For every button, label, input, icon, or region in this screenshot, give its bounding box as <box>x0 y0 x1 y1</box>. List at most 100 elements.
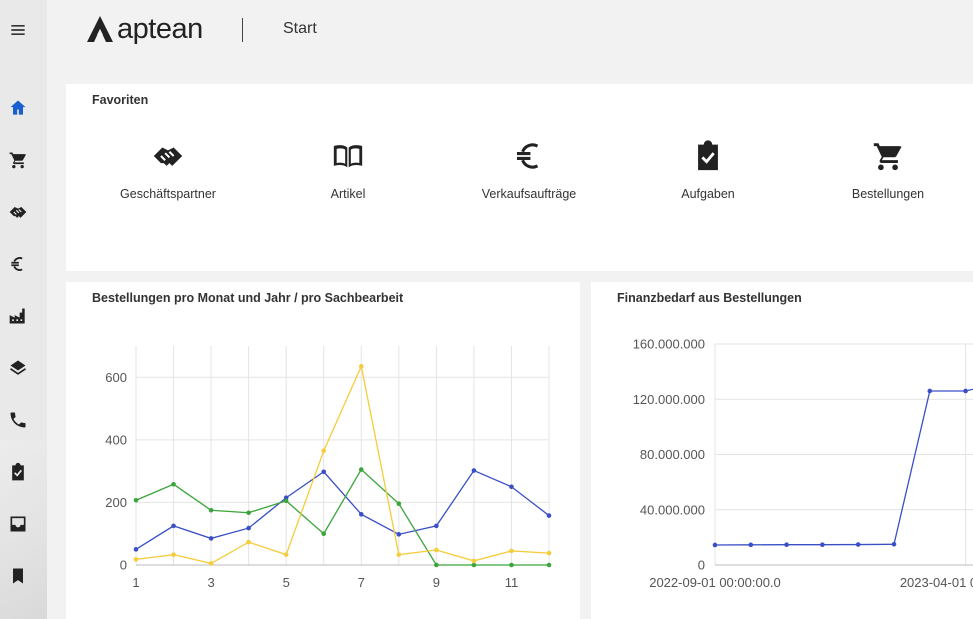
euro-icon[interactable] <box>8 254 28 274</box>
data-point <box>283 552 289 557</box>
favorite-label: Verkaufsaufträge <box>481 187 577 201</box>
favorite-bestellungen[interactable]: Bestellungen <box>808 139 968 201</box>
clipboard-check-icon <box>691 139 725 173</box>
data-point <box>133 547 139 552</box>
data-point <box>358 512 364 517</box>
data-point <box>434 523 439 529</box>
data-point <box>891 541 897 547</box>
layers-icon[interactable] <box>8 358 28 378</box>
favorite-artikel[interactable]: Artikel <box>268 139 428 201</box>
data-point <box>784 542 789 547</box>
menu-icon[interactable] <box>8 20 28 40</box>
favorites-title: Favoriten <box>92 93 149 107</box>
y-tick-label: 600 <box>105 370 127 385</box>
data-point <box>509 548 514 554</box>
aptean-logo[interactable]: aptean <box>85 12 203 46</box>
handshake-icon[interactable] <box>8 202 28 222</box>
data-point <box>171 552 176 557</box>
aptean-logo-mark <box>87 16 113 42</box>
x-tick-label: 3 <box>207 575 214 590</box>
data-point <box>208 536 214 541</box>
favorite-label: Geschäftspartner <box>120 187 216 201</box>
data-point <box>509 562 514 568</box>
favorite-label: Aufgaben <box>681 187 735 201</box>
y-tick-label: 160.000.000 <box>633 337 705 352</box>
x-tick-label: 9 <box>433 575 440 590</box>
favorite-label: Artikel <box>330 187 366 201</box>
cart-icon <box>871 139 905 173</box>
data-point <box>133 497 139 503</box>
data-point <box>434 547 439 553</box>
header: aptean Start <box>47 0 973 64</box>
handshake-icon <box>151 139 185 173</box>
data-point <box>246 525 251 531</box>
data-point <box>434 562 439 568</box>
favorites-panel: Favoriten Geschäftspartner Artikel Verka… <box>66 84 973 271</box>
series-line <box>714 388 973 546</box>
y-tick-label: 0 <box>698 558 705 573</box>
logo-text: aptean <box>117 12 203 45</box>
finance-chart-panel: Finanzbedarf aus Bestellungen 0 40.000.00… <box>591 282 973 619</box>
y-tick-label: 40.000.000 <box>640 502 705 517</box>
data-point <box>358 467 364 472</box>
x-tick-label: 5 <box>283 575 290 590</box>
data-point <box>546 513 552 518</box>
data-point <box>748 542 754 548</box>
data-point <box>546 550 552 556</box>
header-divider <box>242 18 243 42</box>
data-point <box>246 510 251 516</box>
data-point <box>208 507 214 513</box>
data-point <box>396 552 402 557</box>
inbox-icon[interactable] <box>8 514 28 534</box>
x-tick-label: 2022-09-01 00:00:00.0 <box>649 575 781 590</box>
data-point <box>855 542 861 547</box>
data-point <box>171 523 176 529</box>
data-point <box>208 561 214 566</box>
factory-icon[interactable] <box>8 306 28 326</box>
cart-icon[interactable] <box>8 150 28 170</box>
x-tick-label: 7 <box>358 575 365 590</box>
data-point <box>471 468 477 473</box>
orders-chart-panel: Bestellungen pro Monat und Jahr / pro Sa… <box>66 282 580 619</box>
data-point <box>820 542 825 547</box>
data-point <box>546 562 552 568</box>
y-tick-label: 0 <box>120 558 127 573</box>
x-tick-label: 2023-04-01 00:00:00.0 <box>900 575 973 590</box>
phone-icon[interactable] <box>8 410 28 430</box>
page-title: Start <box>283 20 317 37</box>
favorite-aufgaben[interactable]: Aufgaben <box>628 139 788 201</box>
data-point <box>963 388 968 394</box>
favorite-label: Bestellungen <box>851 187 925 201</box>
euro-icon <box>512 139 546 173</box>
clipboard-check-icon[interactable] <box>8 462 28 482</box>
y-tick-label: 120.000.000 <box>633 392 705 407</box>
data-point <box>471 562 477 568</box>
data-point <box>321 469 327 475</box>
x-tick-label: 1 <box>132 575 139 590</box>
y-tick-label: 400 <box>105 432 127 447</box>
finance-line-chart: 0 40.000.000 80.000.000 120.000.000 160.000.… <box>633 337 973 590</box>
x-tick-label: 11 <box>505 575 519 590</box>
data-point <box>321 531 327 537</box>
data-point <box>171 481 176 487</box>
series-line <box>135 469 550 550</box>
book-icon <box>331 139 365 173</box>
series-line <box>135 468 549 566</box>
data-point <box>927 388 933 394</box>
data-point <box>283 498 289 504</box>
favorite-geschaeftspartner[interactable]: Geschäftspartner <box>88 139 248 201</box>
data-point <box>712 542 718 548</box>
favorite-verkaufsauftraege[interactable]: Verkaufsaufträge <box>449 139 609 201</box>
home-icon[interactable] <box>8 98 28 118</box>
y-tick-label: 200 <box>105 495 127 510</box>
y-tick-label: 80.000.000 <box>640 447 705 462</box>
orders-line-chart: 0 200 400 600 1 3 5 7 9 11 <box>105 346 552 590</box>
data-point <box>358 364 364 369</box>
data-point <box>396 532 402 537</box>
data-point <box>396 501 402 506</box>
data-point <box>509 484 514 490</box>
data-point <box>321 448 327 454</box>
bookmark-icon[interactable] <box>8 566 28 586</box>
data-point <box>246 539 251 545</box>
data-point <box>471 558 477 564</box>
